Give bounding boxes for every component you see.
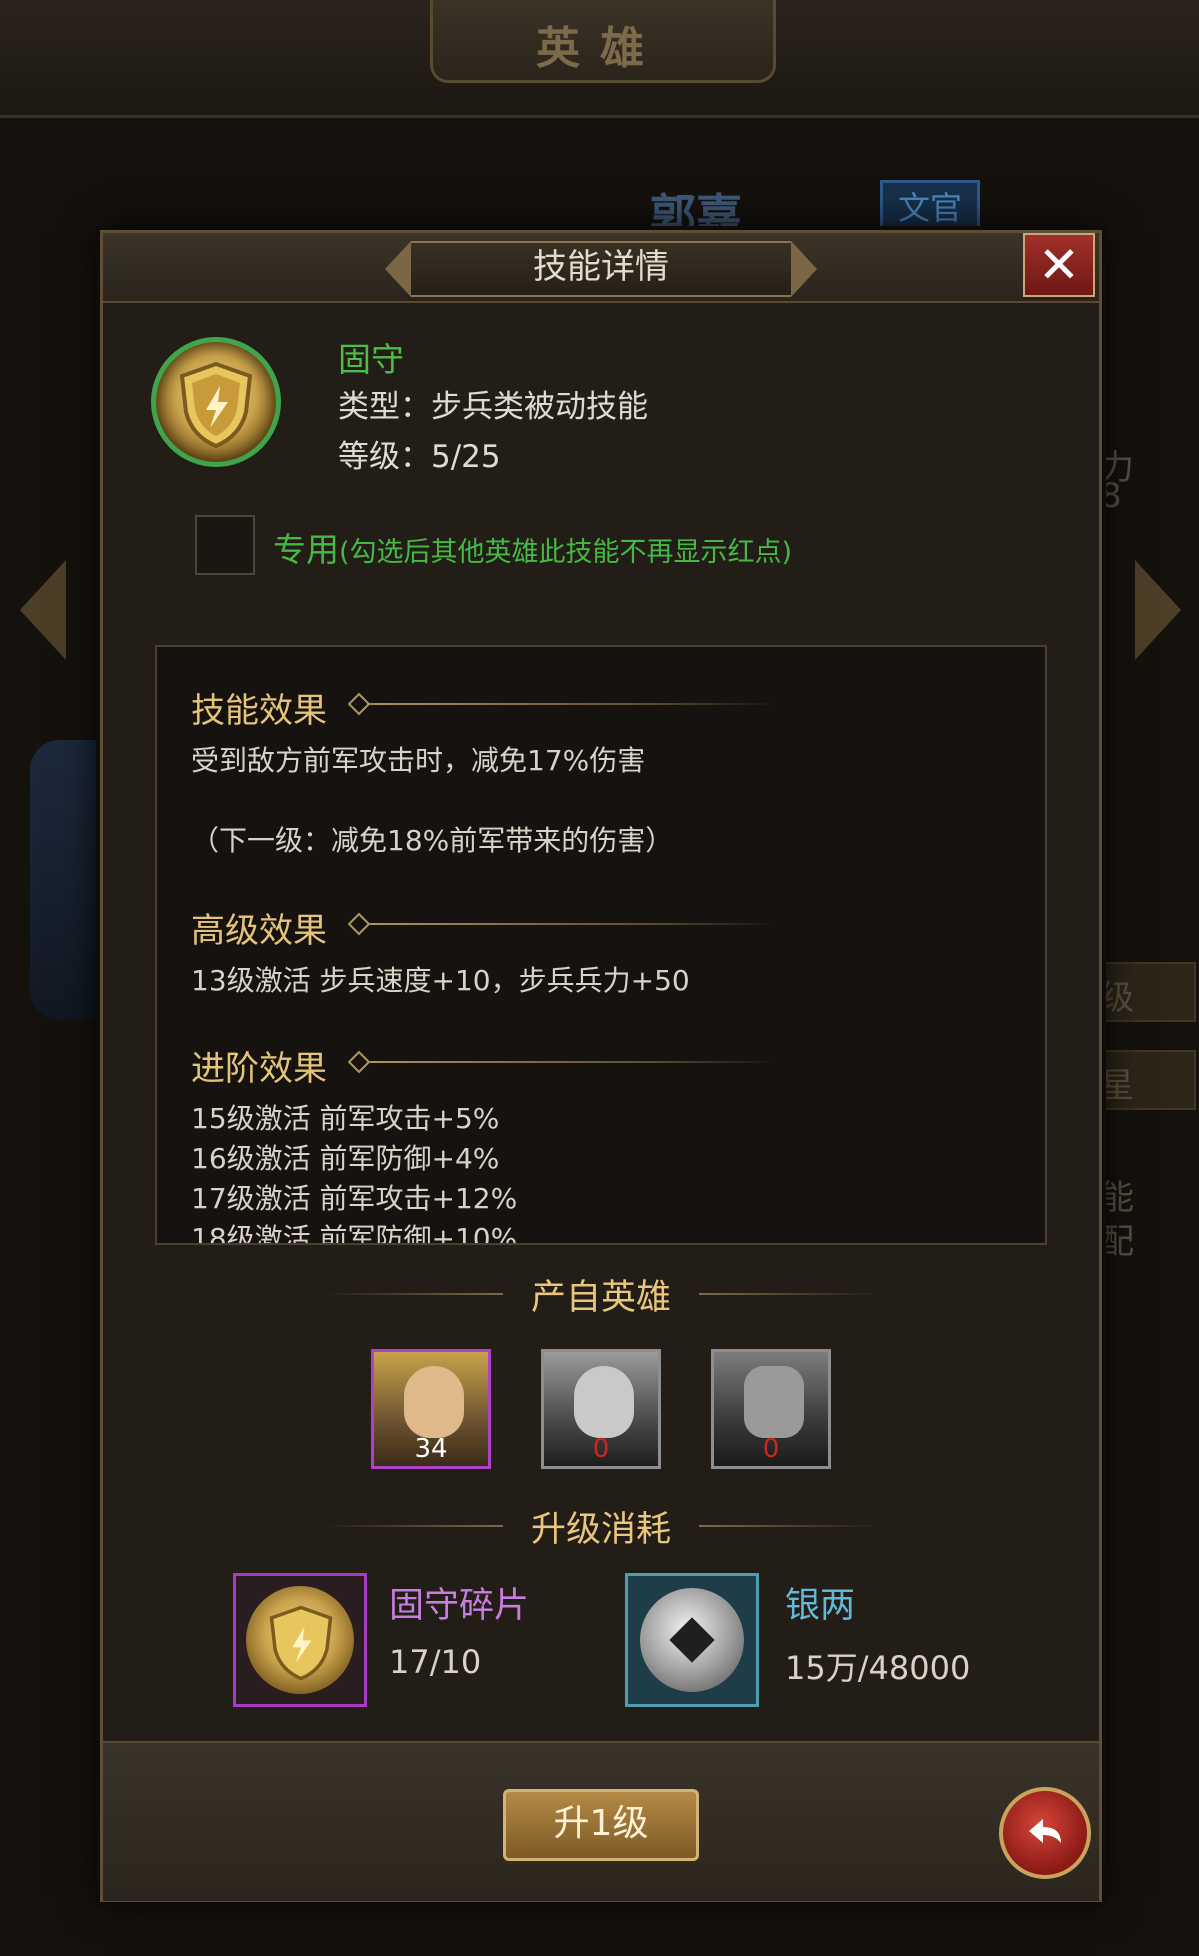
- source-hero-card[interactable]: 0: [711, 1349, 831, 1469]
- hero-portrait: [404, 1366, 464, 1438]
- promotion-item: 17级激活 前军攻击+12%: [191, 1182, 518, 1215]
- prev-hero-arrow-icon[interactable]: [20, 560, 66, 660]
- cost-item-value: 15万/48000: [785, 1649, 971, 1687]
- side-stat-value: 8: [1100, 476, 1122, 516]
- exclusive-label-text: 专用: [273, 530, 339, 569]
- skill-effect-title: 技能效果: [191, 691, 327, 731]
- hero-portrait-partial: [30, 740, 100, 1020]
- source-heroes-title: 产自英雄: [530, 1278, 671, 1318]
- back-button[interactable]: [999, 1787, 1091, 1879]
- skill-level-value: 5/25: [431, 439, 501, 475]
- skill-name: 固守: [338, 340, 404, 379]
- hero-fragment-count: 34: [414, 1434, 448, 1464]
- next-level-text: （下一级：减免18%前军带来的伤害）: [191, 824, 674, 857]
- skill-shield-icon: [151, 337, 281, 467]
- source-hero-card[interactable]: 0: [541, 1349, 661, 1469]
- section-divider: [357, 923, 777, 925]
- upgrade-cost-title: 升级消耗: [530, 1510, 671, 1550]
- skill-effect-text: 受到敌方前军攻击时，减免17%伤害: [191, 744, 646, 777]
- shield-glyph: [269, 1605, 333, 1681]
- hero-portrait: [574, 1366, 634, 1438]
- shield-fragment-icon[interactable]: [233, 1573, 367, 1707]
- advanced-effect-text: 13级激活 步兵速度+10，步兵兵力+50: [191, 964, 690, 997]
- skill-level: 等级：5/25: [338, 431, 501, 476]
- config-side-label: 配: [1100, 1222, 1134, 1262]
- promotion-item: 18级激活 前军防御+10%: [191, 1222, 518, 1245]
- exclusive-label: 专用(勾选后其他英雄此技能不再显示红点): [273, 523, 792, 571]
- section-divider: [357, 703, 777, 705]
- cost-item-value: 17/10: [389, 1643, 482, 1681]
- modal-title: 技能详情: [533, 247, 669, 287]
- cost-item-name: 固守碎片: [389, 1586, 530, 1626]
- source-hero-card[interactable]: 34: [371, 1349, 491, 1469]
- exclusive-note: (勾选后其他英雄此技能不再显示红点): [339, 537, 793, 568]
- hero-fragment-count: 0: [762, 1434, 780, 1464]
- hero-fragment-count: 0: [592, 1434, 610, 1464]
- exclusive-checkbox[interactable]: [195, 515, 255, 575]
- skill-side-label: 能: [1100, 1178, 1134, 1218]
- close-button[interactable]: ✕: [1023, 233, 1095, 297]
- skill-level-label: 等级：: [338, 439, 431, 475]
- back-arrow-icon: [1029, 1819, 1061, 1843]
- cost-item-name: 银两: [785, 1586, 856, 1626]
- promotion-item: 16级激活 前军防御+4%: [191, 1142, 500, 1175]
- level-side-label: 级: [1100, 978, 1134, 1018]
- skill-type: 类型：步兵类被动技能: [338, 381, 648, 426]
- advanced-effect-title: 高级效果: [191, 911, 327, 951]
- promotion-effect-title: 进阶效果: [191, 1049, 327, 1089]
- section-divider: [357, 1061, 777, 1063]
- promotion-item: 15级激活 前军攻击+5%: [191, 1102, 500, 1135]
- star-side-label: 星: [1100, 1066, 1134, 1106]
- close-icon: ✕: [1038, 236, 1080, 294]
- next-hero-arrow-icon[interactable]: [1135, 560, 1181, 660]
- hero-class-badge: 文官: [880, 180, 980, 236]
- effects-panel[interactable]: 技能效果 受到敌方前军攻击时，减免17%伤害 （下一级：减免18%前军带来的伤害…: [155, 645, 1047, 1245]
- silver-coin-icon[interactable]: [625, 1573, 759, 1707]
- hero-portrait: [744, 1366, 804, 1438]
- page-title: 英雄: [536, 23, 664, 74]
- skill-type-label: 类型：: [338, 389, 431, 425]
- upgrade-button[interactable]: 升1级: [503, 1789, 699, 1861]
- skill-type-value: 步兵类被动技能: [431, 389, 648, 425]
- skill-detail-modal: 技能详情 ✕ 固守 类型：步兵类被动技能 等级：5/25 专用(勾选后其他英雄此…: [100, 230, 1102, 1902]
